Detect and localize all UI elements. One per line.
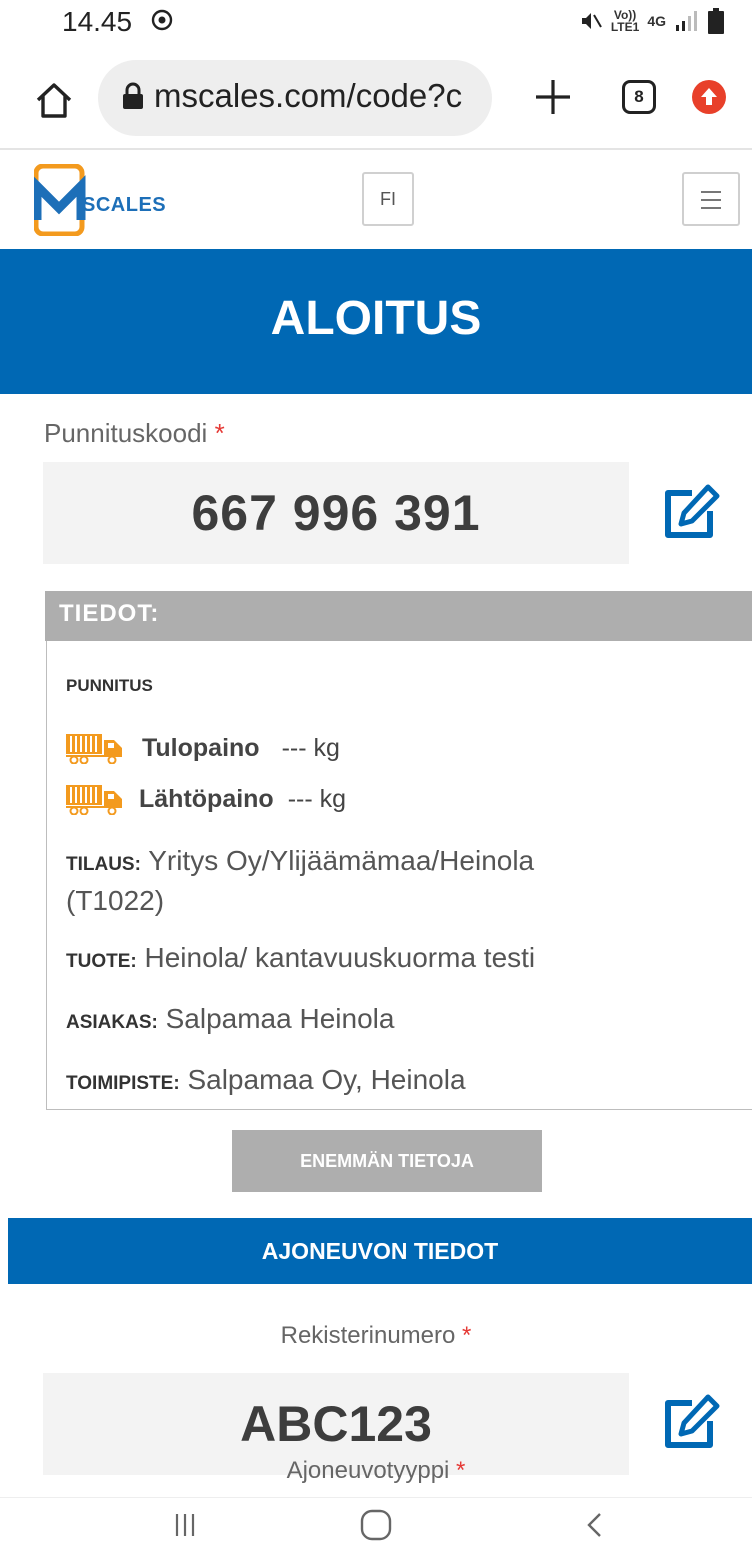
system-navigation-bar xyxy=(0,1497,752,1552)
customer-info: ASIAKAS: Salpamaa Heinola xyxy=(66,1001,394,1041)
lock-icon xyxy=(123,82,143,109)
volte-indicator: Vo)) LTE1 xyxy=(610,8,640,34)
site-header: SCALES FI xyxy=(0,152,752,248)
page-banner: ALOITUS xyxy=(0,249,752,394)
arrival-weight-label: Tulopaino xyxy=(142,733,260,762)
required-marker: * xyxy=(462,1322,472,1349)
edit-code-icon[interactable] xyxy=(660,481,722,543)
recent-apps-icon[interactable] xyxy=(170,1510,200,1540)
details-title: TIEDOT: xyxy=(59,600,160,627)
weighing-code-value: 667 996 391 xyxy=(191,485,481,541)
office-value: Salpamaa Oy, Heinola xyxy=(179,1064,466,1095)
browser-toolbar: mscales.com/code?c 8 xyxy=(0,50,752,150)
office-key: TOIMIPISTE: xyxy=(66,1073,180,1094)
weighing-code-label: Punnituskoodi * xyxy=(44,418,225,448)
url-text: mscales.com/code?c xyxy=(154,77,463,114)
required-marker: * xyxy=(456,1457,466,1484)
new-tab-button[interactable] xyxy=(530,74,576,120)
vehicle-type-label: Ajoneuvotyyppi * xyxy=(286,1457,466,1484)
mscales-logo[interactable]: SCALES xyxy=(32,163,184,237)
more-info-button[interactable]: ENEMMÄN TIETOJA xyxy=(232,1130,542,1192)
language-button[interactable]: FI xyxy=(362,172,414,226)
vehicle-section-title: AJONEUVON TIEDOT xyxy=(261,1238,499,1264)
truck-icon xyxy=(66,785,122,815)
arrival-weight-row: Tulopaino --- kg xyxy=(66,728,340,768)
product-info: TUOTE: Heinola/ kantavuuskuorma testi xyxy=(66,940,535,980)
order-key: TILAUS: xyxy=(66,854,141,875)
signal-icon xyxy=(676,11,697,31)
departure-weight-row: Lähtöpaino --- kg xyxy=(66,779,346,819)
required-marker: * xyxy=(214,418,225,448)
status-indicators: Vo)) LTE1 4G xyxy=(579,6,724,36)
back-icon[interactable] xyxy=(580,1510,610,1540)
customer-key: ASIAKAS: xyxy=(66,1012,158,1033)
home-nav-icon[interactable] xyxy=(359,1508,393,1542)
plate-number-value: ABC123 xyxy=(240,1396,432,1452)
update-button[interactable] xyxy=(692,80,726,114)
battery-icon xyxy=(708,8,724,34)
page-title: ALOITUS xyxy=(270,292,482,345)
details-panel-bottom-border xyxy=(46,1109,752,1110)
sync-icon xyxy=(151,9,173,31)
home-icon[interactable] xyxy=(32,78,76,122)
logo-text: SCALES xyxy=(82,194,167,216)
details-panel-left-border xyxy=(46,641,47,1110)
order-value: Yritys Oy/Ylijäämämaa/Heinola xyxy=(140,845,535,876)
order-info: TILAUS: Yritys Oy/Ylijäämämaa/Heinola (T… xyxy=(66,843,534,919)
departure-weight-label: Lähtöpaino xyxy=(139,784,274,813)
weighing-section-title: PUNNITUS xyxy=(66,676,153,695)
departure-weight-value: --- kg xyxy=(287,784,347,813)
office-info: TOIMIPISTE: Salpamaa Oy, Heinola xyxy=(66,1062,466,1102)
mute-icon xyxy=(581,13,602,29)
status-time: 14.45 xyxy=(62,6,133,37)
weighing-code-field: 667 996 391 xyxy=(43,462,629,564)
status-bar: 14.45 Vo)) LTE1 4G xyxy=(0,0,752,48)
plate-label: Rekisterinumero * xyxy=(280,1322,472,1349)
arrival-weight-value: --- kg xyxy=(281,733,340,762)
vehicle-section-header: AJONEUVON TIEDOT xyxy=(8,1218,752,1284)
hamburger-menu-button[interactable] xyxy=(682,172,740,226)
order-code: (T1022) xyxy=(66,885,165,916)
details-panel-header: TIEDOT: xyxy=(45,591,752,641)
hamburger-menu-icon xyxy=(701,191,721,193)
customer-value: Salpamaa Heinola xyxy=(157,1003,395,1034)
tab-switcher-button[interactable]: 8 xyxy=(622,80,656,114)
product-value: Heinola/ kantavuuskuorma testi xyxy=(136,942,536,973)
edit-plate-icon[interactable] xyxy=(660,1391,722,1453)
truck-icon xyxy=(66,734,122,764)
update-icon xyxy=(701,88,717,105)
network-type: 4G xyxy=(647,13,666,29)
product-key: TUOTE: xyxy=(66,951,137,972)
address-bar[interactable]: mscales.com/code?c xyxy=(98,60,492,136)
